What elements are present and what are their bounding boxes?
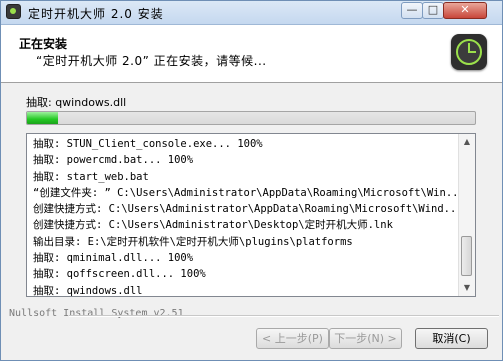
log-list: 抽取: STUN_Client_console.exe... 100% 抽取: p… <box>33 136 459 299</box>
back-button[interactable]: < 上一步(P) <box>256 328 329 349</box>
cancel-button[interactable]: 取消(C) <box>415 328 488 349</box>
status-text: 抽取: qwindows.dll <box>26 96 127 109</box>
scroll-up-arrow-icon[interactable]: ▲ <box>459 134 475 150</box>
window-title: 定时开机大师 2.0 安装 <box>28 7 164 21</box>
titlebar: 定时开机大师 2.0 安装 — □ ✕ <box>1 1 502 25</box>
log-scrollbar[interactable]: ▲ ▼ <box>458 134 475 296</box>
log-line: 抽取: STUN_Client_console.exe... 100% <box>33 138 263 150</box>
log-line: 创建快捷方式: C:\Users\Administrator\Desktop\定… <box>33 219 393 232</box>
close-button[interactable]: ✕ <box>443 2 487 19</box>
header-subtitle: “定时开机大师 2.0” 正在安装，请等候... <box>36 54 267 68</box>
footer-divider <box>69 315 499 317</box>
log-line: 抽取: qminimal.dll... 100% <box>33 252 194 265</box>
progress-fill <box>27 112 59 124</box>
log-line: 抽取: qwindows.dll <box>33 284 143 297</box>
header-panel: 正在安装 “定时开机大师 2.0” 正在安装，请等候... <box>1 25 502 83</box>
log-line: 抽取: start_web.bat <box>33 170 149 183</box>
log-line: 抽取: qoffscreen.dll... 100% <box>33 268 206 281</box>
nsis-brand: Nullsoft Install System v2.51 <box>9 308 184 319</box>
log-line: 抽取: powercmd.bat... 100% <box>33 154 194 167</box>
installer-window: 定时开机大师 2.0 安装 — □ ✕ 正在安装 “定时开机大师 2.0” 正在… <box>0 0 503 361</box>
log-line: 输出目录: E:\定时开机软件\定时开机大师\plugins\platforms <box>33 235 353 248</box>
header-title: 正在安装 <box>19 37 68 51</box>
app-icon <box>6 4 21 19</box>
details-log[interactable]: 抽取: STUN_Client_console.exe... 100% 抽取: p… <box>26 133 476 297</box>
log-line: 创建快捷方式: C:\Users\Administrator\AppData\R… <box>33 203 459 216</box>
maximize-button[interactable]: □ <box>422 2 444 19</box>
log-line: “创建文件夹: ” C:\Users\Administrator\AppData… <box>33 186 459 199</box>
clock-icon <box>451 34 487 70</box>
scroll-thumb[interactable] <box>461 236 472 276</box>
next-button[interactable]: 下一步(N) > <box>329 328 402 349</box>
minimize-button[interactable]: — <box>401 2 423 19</box>
progress-bar <box>26 111 476 125</box>
scroll-down-arrow-icon[interactable]: ▼ <box>459 280 475 296</box>
